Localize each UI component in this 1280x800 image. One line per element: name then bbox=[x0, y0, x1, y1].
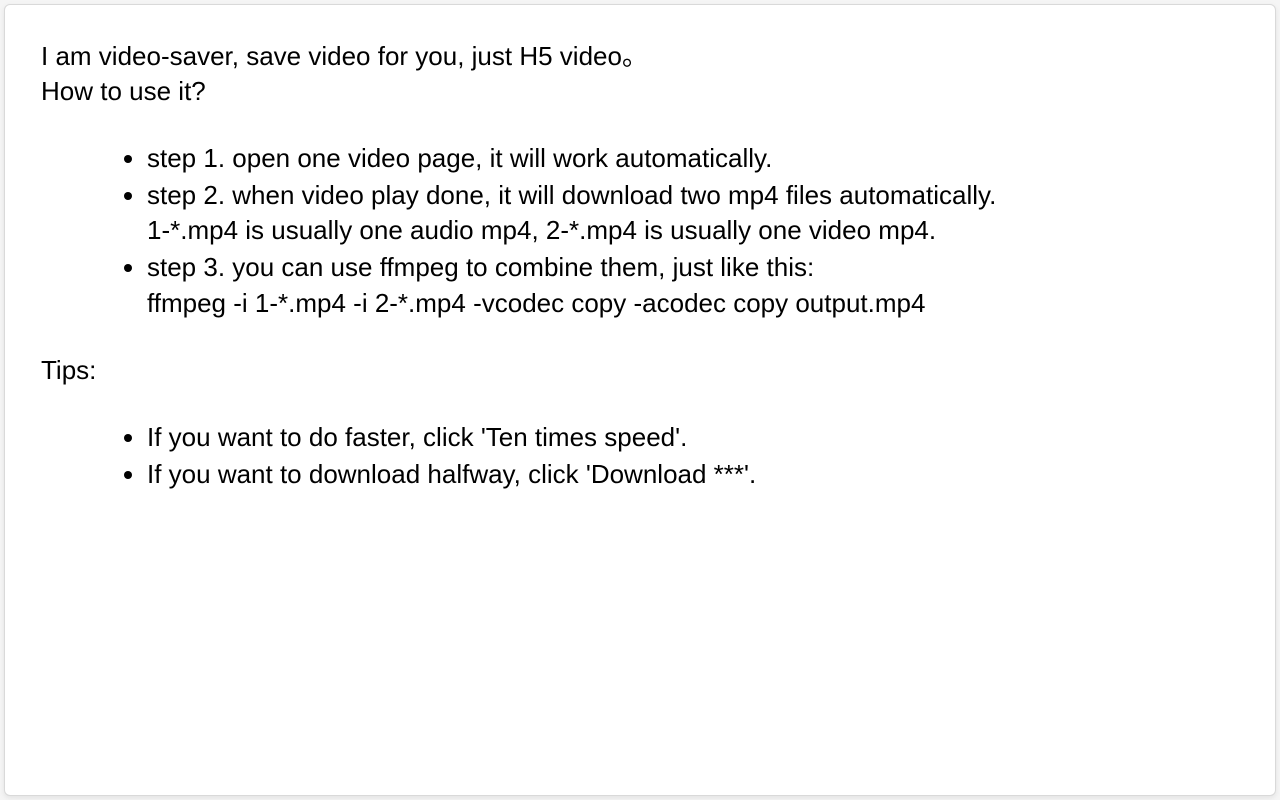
tip-text: If you want to do faster, click 'Ten tim… bbox=[147, 422, 687, 452]
tip-text: If you want to download halfway, click '… bbox=[147, 459, 756, 489]
list-item: step 3. you can use ffmpeg to combine th… bbox=[147, 250, 1239, 320]
steps-list: step 1. open one video page, it will wor… bbox=[41, 141, 1239, 320]
help-panel: I am video-saver, save video for you, ju… bbox=[4, 4, 1276, 796]
step-text: step 1. open one video page, it will wor… bbox=[147, 143, 772, 173]
list-item: step 1. open one video page, it will wor… bbox=[147, 141, 1239, 176]
tips-heading: Tips: bbox=[41, 353, 1239, 388]
tips-list: If you want to do faster, click 'Ten tim… bbox=[41, 420, 1239, 492]
intro-line-1: I am video-saver, save video for you, ju… bbox=[41, 39, 1239, 74]
list-item: If you want to do faster, click 'Ten tim… bbox=[147, 420, 1239, 455]
intro-block: I am video-saver, save video for you, ju… bbox=[41, 39, 1239, 109]
list-item: step 2. when video play done, it will do… bbox=[147, 178, 1239, 248]
list-item: If you want to download halfway, click '… bbox=[147, 457, 1239, 492]
intro-line-2: How to use it? bbox=[41, 74, 1239, 109]
step-text-line2: 1-*.mp4 is usually one audio mp4, 2-*.mp… bbox=[147, 213, 1239, 248]
step-text: step 3. you can use ffmpeg to combine th… bbox=[147, 252, 814, 282]
step-text-line2: ffmpeg -i 1-*.mp4 -i 2-*.mp4 -vcodec cop… bbox=[147, 286, 1239, 321]
step-text: step 2. when video play done, it will do… bbox=[147, 180, 996, 210]
